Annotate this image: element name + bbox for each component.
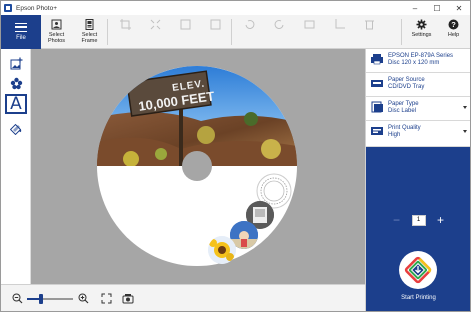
ribbon-separator [401,19,402,45]
close-button[interactable]: ✕ [448,1,470,15]
zoom-out-icon [12,293,22,303]
expand-icon [101,293,111,303]
add-image-icon [10,57,22,69]
zoom-in-icon [78,293,88,303]
filter-icon [210,19,221,30]
paper-source-title: Paper Source [388,77,425,83]
minimize-button[interactable]: – [404,1,426,15]
flip-icon [304,19,315,30]
print-quality-dropdown-icon[interactable] [463,130,467,133]
start-printing-label: Start Printing [401,295,436,301]
trim-icon [334,19,345,30]
paper-source-icon [370,77,384,89]
select-frame-label: Select Frame [81,32,98,44]
frame-icon [84,19,95,30]
left-toolbar: A [1,49,31,284]
title-bar: Epson Photo+ – ☐ ✕ [1,1,470,15]
preview-icon [122,293,134,303]
rotate-right-button[interactable] [263,15,296,49]
preview-button[interactable] [122,292,134,304]
help-icon: ? [448,19,459,30]
ribbon-separator [107,19,108,45]
image-adjust-button[interactable] [169,15,202,49]
zoom-out-button[interactable] [11,292,23,304]
select-photos-button[interactable]: Select Photos [40,15,73,49]
paper-type-dropdown-icon[interactable] [463,106,467,109]
paper-type-setting[interactable]: Paper Type Disc Label [366,97,470,121]
ribbon-toolbar: File Select Photos Select Frame Settings… [1,15,470,49]
gear-icon [416,19,427,30]
paper-source-setting[interactable]: Paper Source CD/DVD Tray [366,73,470,97]
paper-type-title: Paper Type [388,101,419,107]
crop-icon [120,19,131,30]
printer-setting[interactable]: EPSON EP-879A Series Disc 120 x 120 mm [366,49,470,73]
print-settings-panel: EPSON EP-879A Series Disc 120 x 120 mm P… [365,49,470,311]
rotate-left-button[interactable] [233,15,266,49]
paper-type-value: Disc Label [388,108,417,114]
text-tool-icon: A [10,93,22,114]
paper-type-icon [370,101,384,113]
paper-source-value: CD/DVD Tray [388,84,425,90]
disc-center-hole [182,151,212,181]
print-quality-setting[interactable]: Print Quality High [366,121,470,147]
copies-increment-button[interactable]: + [434,214,448,226]
print-quality-title: Print Quality [388,125,421,131]
delete-button[interactable] [353,15,386,49]
fit-to-window-button[interactable] [100,292,112,304]
photo-circle-1[interactable] [208,236,236,264]
paint-bucket-icon [9,123,21,135]
disc-label-preview[interactable]: ELEV. 10,000 FEET [31,49,365,284]
print-icon [404,256,432,284]
rotate-left-icon [244,19,255,30]
window-title: Epson Photo+ [16,4,58,12]
print-quality-icon [370,125,384,137]
text-tool[interactable]: A [5,94,27,114]
app-logo-icon [4,4,12,12]
filter-button[interactable] [199,15,232,49]
image-adjust-icon [180,19,191,30]
trash-icon [364,19,375,30]
fit-icon [150,19,161,30]
settings-button[interactable]: Settings [405,15,438,49]
file-menu-button[interactable]: File [1,15,41,49]
rotate-right-icon [274,19,285,30]
flip-button[interactable] [293,15,326,49]
print-quality-value: High [388,132,401,138]
zoom-bar [1,284,365,311]
zoom-slider[interactable] [27,294,73,304]
zoom-slider-thumb[interactable] [38,294,43,304]
trim-button[interactable] [323,15,356,49]
hamburger-icon [15,23,27,32]
copies-decrement-button[interactable]: − [390,214,404,226]
window-controls: – ☐ ✕ [404,1,470,15]
select-frame-button[interactable]: Select Frame [73,15,106,49]
printer-name: EPSON EP-879A Series [388,53,454,59]
settings-label: Settings [411,32,432,38]
flower-icon [10,77,22,89]
app-window: Epson Photo+ – ☐ ✕ File Select Photos Se… [0,0,471,312]
copies-input[interactable]: 1 [411,214,426,226]
start-printing-button[interactable] [399,251,437,289]
disc-size: Disc 120 x 120 mm [388,60,440,66]
photo-icon [51,19,62,30]
stamp-tool[interactable] [5,73,27,93]
zoom-in-button[interactable] [77,292,89,304]
printer-icon [370,53,384,65]
fit-button[interactable] [139,15,172,49]
print-area: − 1 + Start Printing [366,147,470,311]
crop-button[interactable] [109,15,142,49]
copies-stepper: − 1 + [366,214,470,226]
select-photos-label: Select Photos [47,32,66,44]
maximize-button[interactable]: ☐ [426,1,448,15]
add-image-tool[interactable] [5,53,27,73]
background-tool[interactable] [5,118,27,138]
svg-text:?: ? [451,20,456,29]
help-label: Help [447,32,460,38]
ribbon-separator [231,19,232,45]
file-menu-label: File [16,35,26,41]
help-button[interactable]: ? Help [437,15,470,49]
edit-canvas[interactable]: ELEV. 10,000 FEET [31,49,365,284]
